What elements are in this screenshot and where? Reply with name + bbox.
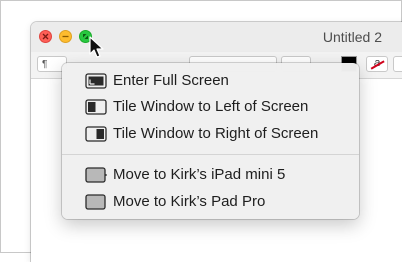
menu-item-label: Enter Full Screen — [113, 72, 229, 89]
ipad-mini-icon — [85, 167, 107, 183]
window-title: Untitled 2 — [322, 29, 382, 45]
menu-item-tile-right[interactable]: Tile Window to Right of Screen — [62, 121, 359, 145]
highlight-color-button[interactable]: a — [366, 56, 388, 72]
tile-right-icon — [85, 126, 107, 142]
minimize-button[interactable] — [59, 30, 72, 43]
ipad-pro-icon — [85, 194, 106, 210]
paragraph-icon: ¶ — [42, 59, 48, 70]
window-zoom-menu: Enter Full Screen Tile Window to Left of… — [62, 63, 359, 219]
close-x-icon — [42, 33, 49, 40]
minimize-dash-icon — [62, 35, 69, 38]
mouse-pointer-icon — [89, 36, 104, 58]
title-bar: Untitled 2 — [31, 22, 402, 52]
menu-item-label: Tile Window to Left of Screen — [113, 98, 309, 115]
toolbar-overflow-button[interactable] — [393, 56, 402, 72]
close-button[interactable] — [39, 30, 52, 43]
menu-item-move-to-ipad-mini[interactable]: Move to Kirk’s iPad mini 5 — [62, 162, 359, 186]
enter-full-screen-icon — [85, 73, 107, 89]
menu-separator — [62, 154, 359, 155]
tile-left-icon — [85, 99, 107, 115]
menu-item-enter-full-screen[interactable]: Enter Full Screen — [62, 68, 359, 92]
menu-item-label: Move to Kirk’s iPad mini 5 — [113, 166, 286, 183]
menu-item-label: Tile Window to Right of Screen — [113, 125, 319, 142]
menu-item-tile-left[interactable]: Tile Window to Left of Screen — [62, 94, 359, 118]
menu-item-move-to-ipad-pro[interactable]: Move to Kirk’s Pad Pro — [62, 189, 359, 213]
menu-item-label: Move to Kirk’s Pad Pro — [113, 193, 266, 210]
